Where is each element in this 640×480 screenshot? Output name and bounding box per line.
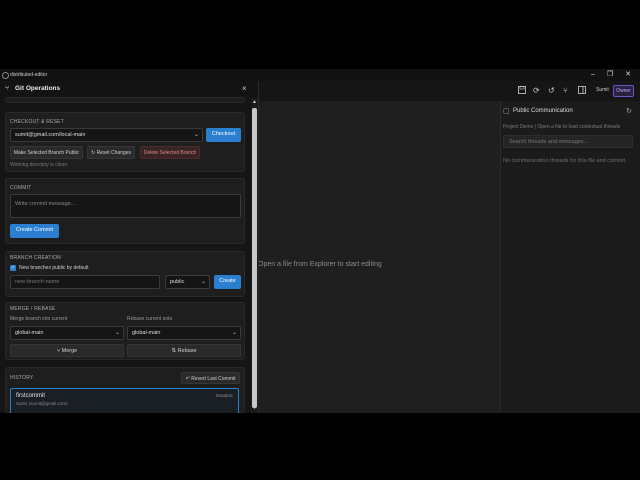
branch-name-input[interactable]: new-branch-name bbox=[10, 275, 160, 289]
merge-label: Merge branch into current bbox=[10, 316, 68, 322]
user-name: Sumit bbox=[596, 87, 609, 93]
commit-section-title: COMMIT bbox=[10, 185, 32, 191]
app-icon bbox=[2, 72, 9, 79]
save-icon[interactable] bbox=[518, 86, 526, 97]
communication-subtitle: Project Demo | Open a file to load conte… bbox=[503, 124, 621, 130]
git-branch-icon[interactable]: ⑂ bbox=[563, 86, 568, 96]
commit-hash: 5eaab4c bbox=[216, 393, 234, 398]
editor-empty-message: Open a file from Explorer to start editi… bbox=[258, 261, 382, 268]
git-panel-title: Git Operations bbox=[15, 85, 61, 92]
rebase-select-value: global-main bbox=[132, 330, 161, 336]
create-commit-button[interactable]: Create Commit bbox=[10, 224, 59, 238]
visibility-select-value: public bbox=[170, 279, 185, 285]
merge-button[interactable]: ⑂ Merge bbox=[10, 344, 124, 357]
chevron-down-icon: ⌄ bbox=[231, 330, 237, 336]
rebase-branch-select[interactable]: global-main ⌄ bbox=[127, 326, 241, 340]
communication-title: Public Communication bbox=[513, 108, 573, 114]
working-dir-status: Working directory is clean. bbox=[10, 162, 69, 168]
chevron-down-icon: ⌄ bbox=[200, 279, 206, 285]
sync-icon[interactable]: ⟳ bbox=[533, 86, 540, 96]
commit-message-input[interactable]: Write commit message... bbox=[10, 194, 241, 218]
public-default-checkbox[interactable]: ✓ bbox=[10, 265, 16, 271]
branch-select[interactable]: sumit@gmail.com/local-main ⌄ bbox=[10, 128, 203, 142]
scrollbar-thumb[interactable] bbox=[252, 108, 257, 408]
chevron-down-icon: ⌄ bbox=[193, 132, 199, 138]
undo-icon[interactable]: ↺ bbox=[548, 86, 555, 96]
close-panel-button[interactable]: × bbox=[242, 84, 247, 93]
split-view-icon[interactable] bbox=[578, 86, 586, 97]
refresh-icon[interactable]: ↻ bbox=[626, 107, 632, 115]
make-public-button[interactable]: Make Selected Branch Public bbox=[10, 146, 83, 159]
branch-creation-section-title: BRANCH CREATION bbox=[10, 255, 61, 261]
minimize-button[interactable]: – bbox=[586, 69, 600, 81]
maximize-button[interactable]: ❐ bbox=[603, 69, 617, 81]
chat-icon: ▢ bbox=[503, 108, 510, 115]
commit-history-item[interactable]: firstcommit Sumit (sumit@gmail.com) 5eaa… bbox=[10, 388, 239, 413]
public-default-label: New branches public by default bbox=[19, 265, 89, 271]
scroll-up-arrow-icon[interactable]: ▲ bbox=[251, 98, 258, 106]
checkout-section-title: CHECKOUT & RESET bbox=[10, 119, 64, 125]
git-icon: ⑂ bbox=[5, 85, 10, 92]
reset-label: Reset Changes bbox=[96, 150, 132, 156]
commit-message: firstcommit bbox=[16, 393, 45, 399]
checkout-button[interactable]: Checkout bbox=[206, 128, 241, 142]
rebase-label: Rebase current onto bbox=[127, 316, 173, 322]
role-badge: Owner bbox=[613, 85, 634, 97]
rebase-button-label: Rebase bbox=[177, 348, 197, 354]
create-branch-button[interactable]: Create bbox=[214, 275, 241, 289]
revert-commit-button[interactable]: ↶ Revert Last Commit bbox=[181, 372, 240, 384]
merge-select-value: global-main bbox=[15, 330, 44, 336]
partial-card bbox=[5, 97, 245, 103]
revert-label: Revert Last Commit bbox=[191, 376, 236, 382]
delete-branch-button[interactable]: Delete Selected Branch bbox=[140, 146, 200, 159]
communication-empty-message: No communication threads for this file a… bbox=[503, 158, 627, 164]
window-title: distributed-editor bbox=[10, 72, 48, 78]
chevron-down-icon: ⌄ bbox=[114, 330, 120, 336]
scroll-down-arrow-icon[interactable]: ▼ bbox=[251, 404, 258, 412]
thread-search-input[interactable]: Search threads and messages... bbox=[503, 135, 633, 148]
reset-changes-button[interactable]: ↻ Reset Changes bbox=[87, 146, 135, 159]
rebase-button[interactable]: ⇅ Rebase bbox=[127, 344, 241, 357]
history-section-title: HISTORY bbox=[10, 375, 34, 381]
branch-select-value: sumit@gmail.com/local-main bbox=[15, 132, 86, 138]
visibility-select[interactable]: public ⌄ bbox=[165, 275, 210, 289]
merge-button-label: Merge bbox=[61, 348, 78, 354]
close-window-button[interactable]: ✕ bbox=[621, 69, 635, 81]
title-bar: distributed-editor – ❐ ✕ bbox=[0, 69, 640, 81]
merge-branch-select[interactable]: global-main ⌄ bbox=[10, 326, 124, 340]
merge-rebase-section-title: MERGE / REBASE bbox=[10, 306, 56, 312]
commit-author: Sumit (sumit@gmail.com) bbox=[16, 401, 68, 406]
